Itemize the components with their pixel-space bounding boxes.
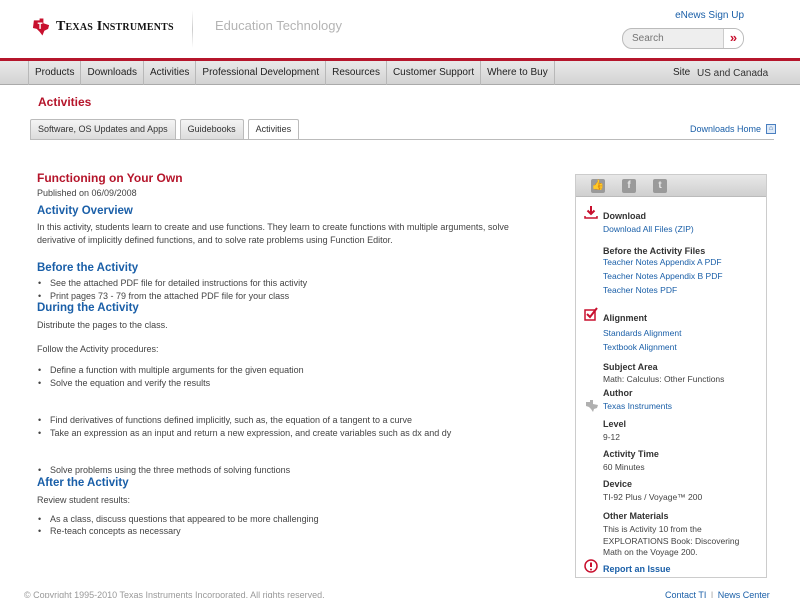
downloads-home-link[interactable]: Downloads Home ⌂	[690, 124, 777, 134]
after-text: Review student results:	[37, 494, 131, 505]
nav-item-downloads[interactable]: Downloads	[81, 61, 144, 85]
header-divider	[192, 10, 193, 48]
like-icon[interactable]: 👍	[591, 178, 605, 193]
page-title: Activities	[38, 95, 92, 109]
file-link-teacher-notes[interactable]: Teacher Notes PDF	[603, 285, 677, 295]
activity-title: Functioning on Your Own	[37, 171, 183, 185]
list-item: Find derivatives of functions defined im…	[37, 414, 557, 427]
activity-sidebar: 👍 f t Download Download All Files (ZIP) …	[575, 174, 767, 578]
during-list-a: Define a function with multiple argument…	[37, 364, 557, 389]
site-header: Texas Instruments Education Technology e…	[0, 0, 800, 58]
footer-links: Contact TI | News Center	[665, 590, 770, 598]
overview-text: In this activity, students learn to crea…	[37, 222, 509, 245]
search-input[interactable]	[623, 29, 723, 48]
site-label: Site	[673, 67, 691, 78]
before-heading: Before the Activity	[37, 262, 139, 274]
news-center-link[interactable]: News Center	[718, 590, 770, 598]
alignment-heading: Alignment	[603, 313, 647, 323]
nav-items: Products Downloads Activities Profession…	[28, 61, 555, 85]
level-heading: Level	[603, 419, 627, 429]
other-materials-heading: Other Materials	[603, 511, 669, 521]
other-materials-value: This is Activity 10 from the EXPLORATION…	[603, 524, 740, 557]
contact-link[interactable]: Contact TI	[665, 590, 706, 598]
checkbox-icon	[584, 307, 598, 321]
report-issue-link[interactable]: Report an Issue	[603, 564, 671, 574]
during-list-c: Solve problems using the three methods o…	[37, 464, 557, 477]
twitter-icon[interactable]: t	[653, 178, 667, 193]
device-value: TI-92 Plus / Voyage™ 200	[603, 492, 703, 502]
site-selector[interactable]: US and Canada	[697, 61, 768, 86]
search-button[interactable]: »	[723, 29, 743, 48]
list-item: Take an expression as an input and retur…	[37, 427, 557, 440]
ti-author-icon	[586, 400, 598, 412]
section-name: Education Technology	[215, 18, 342, 33]
report-issue-icon	[584, 559, 598, 573]
after-heading: After the Activity	[37, 476, 129, 489]
overview-heading: Activity Overview	[37, 205, 133, 217]
during-text-2: Follow the Activity procedures:	[37, 344, 159, 354]
main-nav: Products Downloads Activities Profession…	[0, 58, 800, 85]
subject-heading: Subject Area	[603, 362, 658, 372]
facebook-icon[interactable]: f	[622, 178, 636, 193]
during-text-1: Distribute the pages to the class.	[37, 320, 168, 330]
level-value: 9-12	[603, 432, 621, 442]
ti-logo[interactable]: Texas Instruments	[32, 17, 174, 37]
nav-item-products[interactable]: Products	[28, 61, 82, 85]
file-link-appendix-b[interactable]: Teacher Notes Appendix B PDF	[603, 271, 723, 281]
published-date: Published on 06/09/2008	[37, 188, 137, 198]
tab-guidebooks[interactable]: Guidebooks	[179, 119, 244, 139]
nav-item-customer-support[interactable]: Customer Support	[387, 61, 482, 85]
logo-text: Texas Instruments	[56, 19, 174, 34]
time-value: 60 Minutes	[603, 462, 645, 472]
before-list: See the attached PDF file for detailed i…	[37, 277, 557, 302]
during-heading: During the Activity	[37, 302, 139, 314]
nav-item-resources[interactable]: Resources	[326, 61, 387, 85]
during-list-b: Find derivatives of functions defined im…	[37, 414, 557, 439]
tabs-divider	[30, 139, 774, 140]
device-heading: Device	[603, 479, 633, 489]
download-arrow-icon	[584, 206, 598, 219]
author-heading: Author	[603, 388, 633, 398]
time-heading: Activity Time	[603, 449, 659, 459]
downloads-home-label: Downloads Home	[690, 124, 762, 134]
list-item: See the attached PDF file for detailed i…	[37, 277, 557, 290]
list-item: Define a function with multiple argument…	[37, 364, 557, 377]
after-list: As a class, discuss questions that appea…	[37, 513, 557, 538]
sidebar-body: Download Download All Files (ZIP) Before…	[576, 197, 766, 577]
download-heading: Download	[603, 211, 646, 221]
nav-item-professional-development[interactable]: Professional Development	[196, 61, 327, 85]
download-tabs: Software, OS Updates and Apps Guidebooks…	[30, 119, 300, 140]
list-item: Print pages 73 - 79 from the attached PD…	[37, 290, 557, 303]
subject-value: Math: Calculus: Other Functions	[603, 374, 725, 384]
activity-content: Functioning on Your Own Published on 06/…	[37, 171, 557, 538]
tab-activities[interactable]: Activities	[247, 119, 300, 140]
ti-state-icon	[32, 18, 50, 36]
list-item: Re-teach concepts as necessary	[37, 525, 557, 538]
tab-software[interactable]: Software, OS Updates and Apps	[30, 119, 176, 139]
home-icon: ⌂	[766, 124, 777, 134]
standards-alignment-link[interactable]: Standards Alignment	[603, 328, 681, 338]
list-item: Solve the equation and verify the result…	[37, 377, 557, 390]
list-item: Solve problems using the three methods o…	[37, 464, 557, 477]
nav-item-where-to-buy[interactable]: Where to Buy	[481, 61, 555, 85]
nav-item-activities[interactable]: Activities	[144, 61, 197, 85]
list-item: As a class, discuss questions that appea…	[37, 513, 557, 526]
search-box: »	[622, 28, 744, 49]
file-link-appendix-a[interactable]: Teacher Notes Appendix A PDF	[603, 257, 722, 267]
textbook-alignment-link[interactable]: Textbook Alignment	[603, 342, 677, 352]
enews-signup-link[interactable]: eNews Sign Up	[675, 10, 744, 21]
footer-copyright: © Copyright 1995-2010 Texas Instruments …	[24, 590, 325, 598]
download-all-link[interactable]: Download All Files (ZIP)	[603, 224, 694, 234]
footer-separator: |	[710, 590, 714, 598]
author-link[interactable]: Texas Instruments	[603, 401, 672, 411]
social-bar: 👍 f t	[576, 175, 766, 197]
before-files-heading: Before the Activity Files	[603, 246, 706, 256]
